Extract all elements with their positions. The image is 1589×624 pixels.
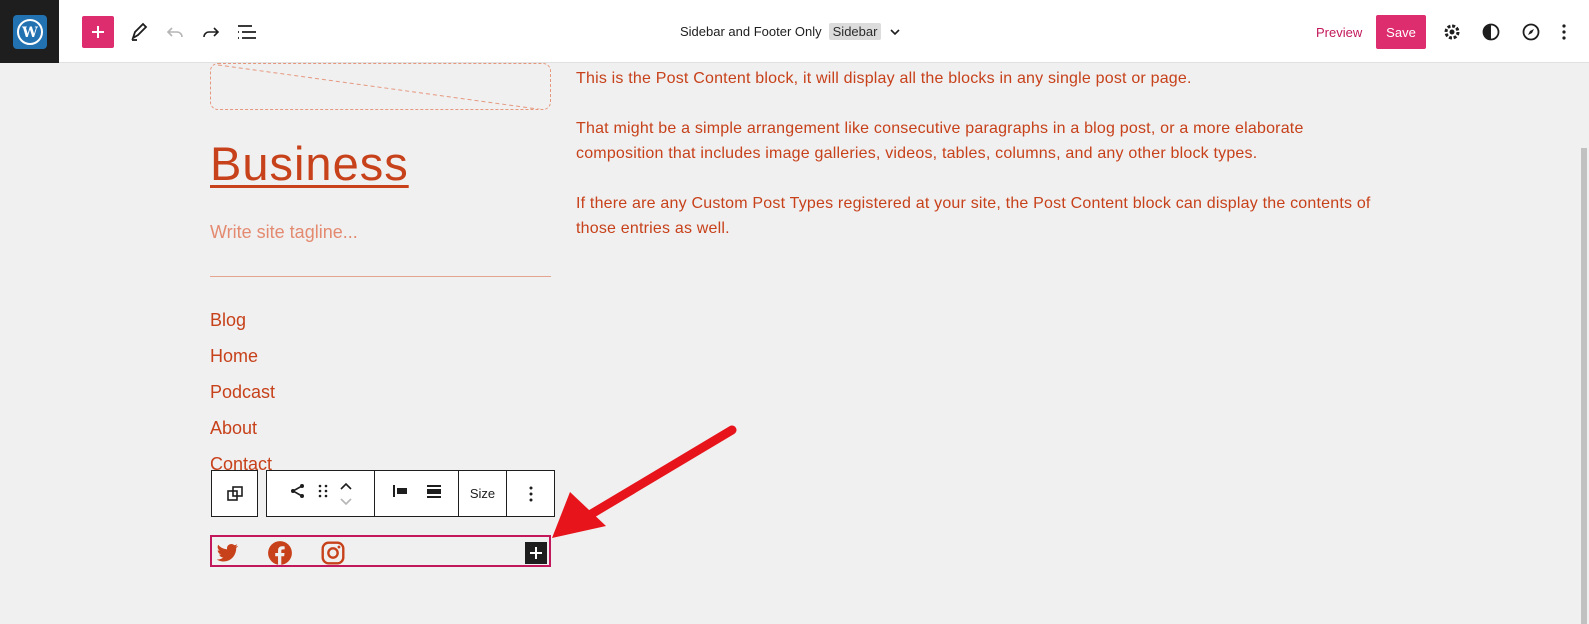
editor-header: W Sidebar and Footer Only Sidebar Previe… bbox=[0, 0, 1589, 63]
twitter-icon[interactable] bbox=[214, 540, 240, 566]
justify-left-icon bbox=[392, 485, 407, 497]
document-overview-button[interactable] bbox=[231, 16, 263, 48]
size-button[interactable]: Size bbox=[459, 471, 507, 516]
options-button[interactable] bbox=[1554, 16, 1574, 48]
chevron-up-icon[interactable] bbox=[339, 482, 353, 492]
annotation-arrow bbox=[552, 425, 737, 538]
social-icons-block[interactable] bbox=[210, 535, 551, 567]
facebook-icon[interactable] bbox=[267, 540, 293, 566]
chevron-down-icon[interactable] bbox=[339, 496, 353, 506]
redo-icon bbox=[203, 27, 220, 38]
preview-button[interactable]: Preview bbox=[1316, 25, 1362, 40]
placeholder-diagonal bbox=[211, 64, 542, 109]
template-type-badge: Sidebar bbox=[828, 23, 882, 40]
more-vertical-icon bbox=[1562, 24, 1566, 40]
undo-button[interactable] bbox=[159, 16, 191, 48]
nav-item-home[interactable]: Home bbox=[210, 345, 275, 381]
share-icon bbox=[290, 484, 304, 498]
align-button[interactable] bbox=[425, 482, 443, 505]
svg-text:W: W bbox=[21, 25, 38, 41]
document-title: Sidebar and Footer Only bbox=[680, 24, 822, 39]
instagram-icon[interactable] bbox=[320, 540, 346, 566]
half-circle-styles-icon bbox=[1482, 23, 1500, 41]
edit-tools-button[interactable] bbox=[123, 16, 155, 48]
nav-item-podcast[interactable]: Podcast bbox=[210, 381, 275, 417]
block-mover-segment bbox=[267, 471, 375, 516]
select-parent-button[interactable] bbox=[212, 471, 257, 516]
alignment-segment bbox=[375, 471, 459, 516]
social-links-block-button[interactable] bbox=[289, 482, 307, 505]
drag-handle-icon bbox=[318, 484, 327, 498]
editor-canvas: Business Write site tagline... Blog Home… bbox=[0, 63, 1589, 624]
more-vertical-icon bbox=[529, 486, 532, 501]
block-controls-group: Size bbox=[266, 470, 555, 517]
redo-button[interactable] bbox=[195, 16, 227, 48]
align-full-icon bbox=[426, 485, 441, 498]
pencil-icon bbox=[131, 22, 148, 41]
block-parent-group bbox=[211, 470, 258, 517]
drag-handle[interactable] bbox=[317, 482, 329, 505]
navigation-button[interactable] bbox=[1515, 16, 1547, 48]
undo-icon bbox=[166, 27, 183, 38]
site-tagline[interactable]: Write site tagline... bbox=[210, 222, 358, 243]
move-buttons bbox=[339, 482, 353, 506]
styles-button[interactable] bbox=[1475, 16, 1507, 48]
list-view-icon bbox=[238, 25, 256, 39]
size-label: Size bbox=[469, 486, 496, 501]
post-content-block[interactable]: This is the Post Content block, it will … bbox=[576, 66, 1376, 266]
compass-icon bbox=[1522, 23, 1540, 41]
parent-block-icon bbox=[226, 485, 243, 501]
gear-icon bbox=[1444, 24, 1460, 40]
nav-item-blog[interactable]: Blog bbox=[210, 309, 275, 345]
post-content-paragraph: If there are any Custom Post Types regis… bbox=[576, 195, 1371, 237]
post-content-paragraph: This is the Post Content block, it will … bbox=[576, 70, 1192, 87]
settings-button[interactable] bbox=[1436, 16, 1468, 48]
save-button[interactable]: Save bbox=[1376, 15, 1426, 49]
justification-button[interactable] bbox=[391, 482, 409, 505]
plus-icon bbox=[530, 547, 542, 559]
wordpress-icon: W bbox=[12, 14, 47, 49]
navigation-menu: Blog Home Podcast About Contact bbox=[210, 309, 275, 489]
site-title[interactable]: Business bbox=[210, 136, 409, 191]
scrollbar-thumb[interactable] bbox=[1581, 148, 1587, 624]
nav-item-about[interactable]: About bbox=[210, 417, 275, 453]
wordpress-logo-button[interactable]: W bbox=[0, 0, 59, 63]
site-logo-placeholder[interactable] bbox=[210, 63, 551, 110]
post-content-paragraph: That might be a simple arrangement like … bbox=[576, 120, 1304, 162]
separator bbox=[210, 276, 551, 277]
chevron-down-icon[interactable] bbox=[888, 25, 902, 39]
add-block-button[interactable] bbox=[82, 16, 114, 48]
document-title-bar[interactable]: Sidebar and Footer Only Sidebar bbox=[680, 23, 902, 40]
plus-icon bbox=[92, 26, 104, 38]
